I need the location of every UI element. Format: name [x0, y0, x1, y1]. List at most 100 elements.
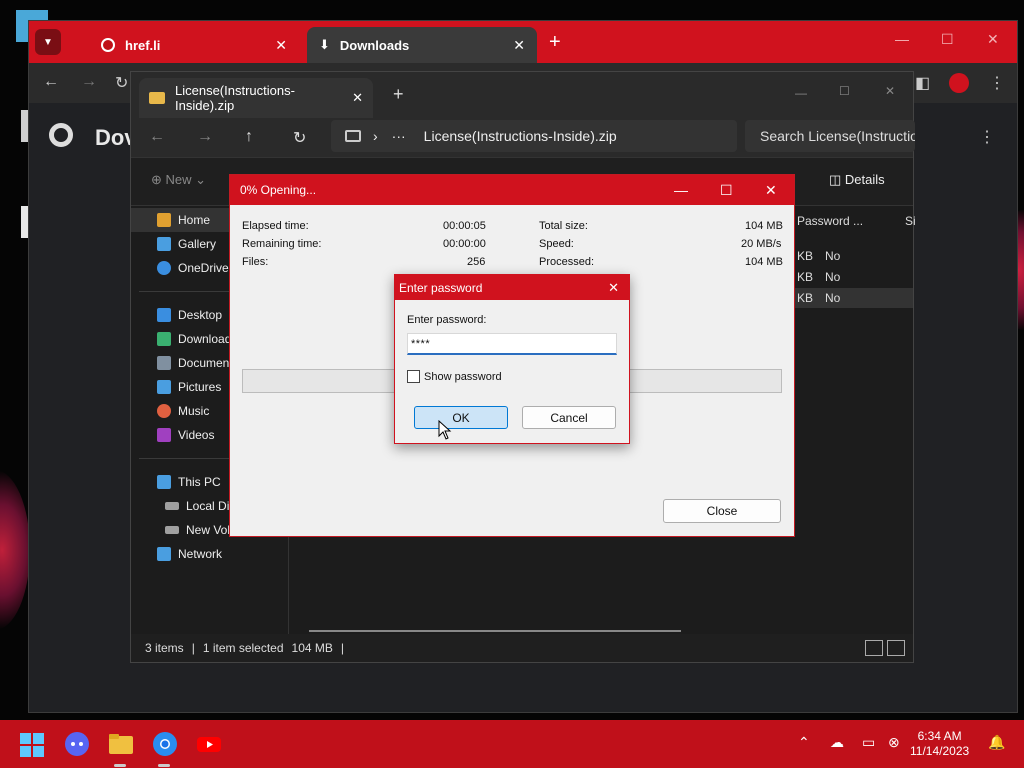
- maximize-icon[interactable]: ☐: [839, 84, 850, 98]
- close-icon[interactable]: ✕: [987, 31, 999, 48]
- youtube-icon[interactable]: [195, 730, 223, 758]
- running-indicator: [114, 764, 126, 767]
- show-password-checkbox[interactable]: Show password: [407, 370, 502, 383]
- tab-close-icon[interactable]: ✕: [275, 37, 287, 54]
- forward-icon[interactable]: →: [81, 73, 97, 91]
- sidebar-item-label: Videos: [178, 428, 215, 442]
- chevron-up-icon[interactable]: ⌃: [798, 734, 810, 751]
- sidebar-item-label: Music: [178, 404, 210, 418]
- explorer-address-bar: ← → ↑ ↻ › ··· License(Instructions-Insid…: [131, 118, 915, 158]
- ok-button[interactable]: OK: [414, 406, 508, 429]
- status-bar: 3 items | 1 item selected 104 MB |: [131, 634, 913, 662]
- tab-label: href.li: [125, 37, 161, 53]
- close-button[interactable]: Close: [663, 499, 781, 523]
- details-button[interactable]: ◫ Details: [829, 172, 885, 188]
- close-icon[interactable]: ✕: [608, 280, 619, 296]
- dialog-title-bar: Enter password ✕: [395, 275, 629, 300]
- tab-search-button[interactable]: ▼: [35, 29, 61, 55]
- reload-icon[interactable]: ↻: [115, 73, 128, 93]
- address-ellipsis[interactable]: ···: [392, 128, 406, 144]
- horizontal-scrollbar[interactable]: [309, 630, 681, 632]
- cell-password: No: [825, 249, 841, 263]
- plus-circle-icon: ⊕: [151, 172, 162, 187]
- forward-icon[interactable]: →: [197, 128, 213, 146]
- stat-value: 104 MB: [745, 220, 783, 232]
- table-row[interactable]: KB No: [789, 267, 913, 287]
- cloud-icon: [157, 261, 171, 275]
- stat-value: 00:00:05: [443, 220, 486, 232]
- side-panel-icon[interactable]: ◧: [915, 73, 930, 93]
- tab-close-icon[interactable]: ✕: [513, 37, 525, 54]
- wallpaper-swirl: [0, 470, 30, 630]
- notification-bell-icon[interactable]: 🔔: [988, 734, 1005, 751]
- more-menu-icon[interactable]: ⋮: [979, 127, 995, 147]
- picture-icon: [157, 380, 171, 394]
- chrome-tab-downloads[interactable]: ⬇ Downloads ✕: [307, 27, 537, 63]
- mouse-cursor-icon: [438, 420, 452, 440]
- enter-password-dialog: Enter password ✕ Enter password: **** Sh…: [394, 274, 630, 444]
- tab-label: Downloads: [339, 37, 410, 53]
- sidebar-item-label: OneDrive: [178, 261, 229, 275]
- details-view-icon[interactable]: [865, 640, 883, 656]
- password-field[interactable]: ****: [407, 333, 617, 355]
- address-path: License(Instructions-Inside).zip: [423, 128, 617, 144]
- network-icon[interactable]: ⊗: [888, 734, 900, 751]
- minimize-icon[interactable]: —: [674, 182, 688, 198]
- chevron-right-icon: ›: [373, 128, 378, 144]
- explorer-title-bar: License(Instructions-Inside).zip ✕ + — ☐…: [131, 72, 913, 118]
- close-icon[interactable]: ✕: [765, 182, 777, 199]
- status-selected: 1 item selected: [202, 641, 284, 655]
- minimize-icon[interactable]: —: [795, 86, 807, 100]
- more-menu-icon[interactable]: ⋮: [989, 73, 1005, 93]
- sidebar-item-label: Network: [178, 547, 223, 561]
- video-icon: [157, 428, 171, 442]
- tab-close-icon[interactable]: ✕: [352, 90, 363, 106]
- close-icon[interactable]: ✕: [885, 84, 895, 98]
- chrome-tab-hrefli[interactable]: href.li ✕: [89, 27, 299, 63]
- new-tab-button[interactable]: +: [393, 84, 404, 105]
- up-icon[interactable]: ↑: [245, 128, 253, 146]
- maximize-icon[interactable]: ☐: [941, 31, 954, 48]
- clock[interactable]: 6:34 AM 11/14/2023: [910, 729, 969, 759]
- onedrive-offline-icon[interactable]: ☁: [830, 734, 844, 751]
- drive-icon: [165, 526, 179, 534]
- favicon-icon: [101, 38, 115, 52]
- desktop-icon: [157, 308, 171, 322]
- document-icon: [157, 356, 171, 370]
- table-row[interactable]: KB No: [789, 288, 913, 308]
- sidebar-item-network[interactable]: Network: [131, 542, 288, 566]
- zip-folder-icon: [149, 92, 165, 104]
- search-input[interactable]: Search License(Instructions-Inside).zip: [745, 120, 915, 152]
- explorer-tab[interactable]: License(Instructions-Inside).zip ✕: [139, 78, 373, 118]
- new-button[interactable]: ⊕ New ⌄: [151, 172, 206, 188]
- cell-password: No: [825, 291, 841, 305]
- checkbox-box[interactable]: [407, 370, 420, 383]
- address-field[interactable]: › ··· License(Instructions-Inside).zip: [331, 120, 737, 152]
- file-explorer-icon[interactable]: [107, 730, 135, 758]
- refresh-icon[interactable]: ↻: [293, 128, 306, 148]
- stat-value: 20 MB/s: [741, 238, 782, 250]
- dialog-title-bar: 0% Opening... — ☐ ✕: [230, 175, 794, 205]
- discord-icon[interactable]: [63, 730, 91, 758]
- cell-password: No: [825, 270, 841, 284]
- back-icon[interactable]: ←: [43, 73, 59, 91]
- new-tab-button[interactable]: +: [549, 31, 561, 54]
- tiles-view-icon[interactable]: [887, 640, 905, 656]
- home-icon: [157, 213, 171, 227]
- status-item-count: 3 items: [145, 641, 184, 655]
- chevron-down-icon: ▼: [43, 36, 53, 48]
- profile-avatar-icon[interactable]: [949, 73, 969, 93]
- clock-time: 6:34 AM: [917, 729, 962, 743]
- column-header-size[interactable]: Si: [905, 214, 916, 228]
- start-icon[interactable]: [19, 732, 45, 758]
- display-icon[interactable]: ▭: [862, 734, 875, 751]
- maximize-icon[interactable]: ☐: [720, 182, 733, 199]
- chrome-icon[interactable]: [151, 730, 179, 758]
- back-icon[interactable]: ←: [149, 128, 165, 146]
- minimize-icon[interactable]: —: [895, 31, 909, 47]
- column-header-password[interactable]: Password ...: [797, 214, 863, 228]
- cancel-button[interactable]: Cancel: [522, 406, 616, 429]
- sidebar-item-label: Home: [178, 213, 211, 227]
- computer-icon: [157, 475, 171, 489]
- table-row[interactable]: KB No: [789, 246, 913, 266]
